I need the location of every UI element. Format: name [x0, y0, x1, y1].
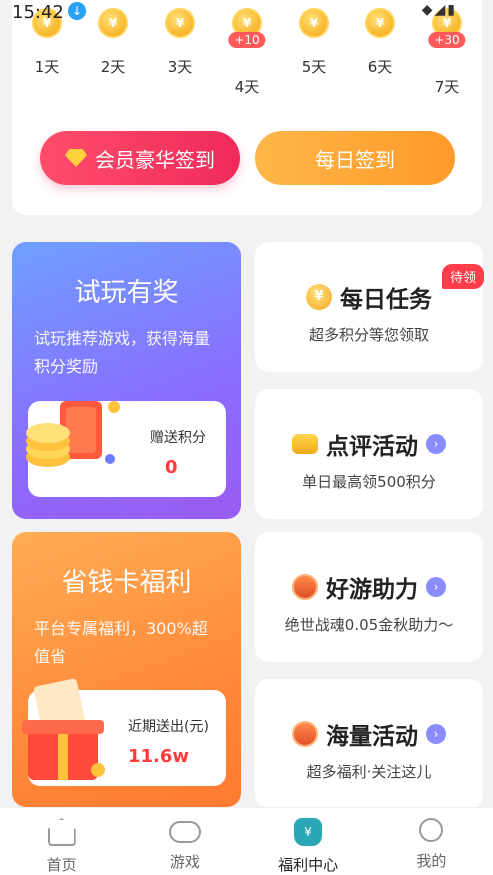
savings-stat-panel: 近期送出(元) 11.6w: [22, 678, 226, 786]
nav-label: 福利中心: [278, 856, 339, 874]
day-label: 2天: [100, 58, 126, 76]
savings-card[interactable]: 省钱卡福利 平台专属福利，300%超值省 近期送出(元) 11.6w: [12, 532, 241, 807]
gift-coins-illustration: [26, 401, 120, 467]
review-activity-title: 点评活动: [326, 434, 418, 460]
trial-stat-panel: 赠送积分 0: [26, 401, 226, 497]
coin-icon: ¥: [306, 284, 332, 310]
user-icon: [419, 818, 444, 842]
nav-games[interactable]: 游戏: [123, 808, 246, 875]
treasure-chest-icon: [292, 574, 318, 600]
day-label: 4天: [234, 78, 260, 96]
nav-welfare-center[interactable]: ¥ 福利中心: [247, 808, 370, 875]
boost-subtitle: 绝世战魂0.05金秋助力～: [284, 616, 454, 634]
treasure-chest-icon: [292, 721, 318, 747]
day-label: 5天: [301, 58, 327, 76]
nav-label: 我的: [416, 852, 447, 870]
review-activity-card[interactable]: 点评活动 › 单日最高领500积分: [255, 389, 483, 519]
download-icon: ↓: [68, 2, 86, 20]
status-bar: 15:42 ↓ ◆◢▮: [0, 0, 493, 26]
boost-title: 好游助力: [326, 577, 418, 603]
nav-me[interactable]: 我的: [370, 808, 493, 875]
nav-label: 首页: [46, 856, 77, 874]
gift-box-illustration: [22, 678, 105, 780]
trial-reward-card[interactable]: 试玩有奖 试玩推荐游戏，获得海量积分奖励 赠送积分 0: [12, 242, 241, 519]
bonus-badge: +10: [228, 32, 266, 48]
chevron-right-icon: ›: [426, 724, 446, 744]
home-icon: [47, 818, 76, 846]
daily-task-title: 每日任务: [340, 287, 432, 313]
daily-task-subtitle: 超多积分等您领取: [308, 326, 429, 344]
mass-activity-card[interactable]: 海量活动 › 超多福利·关注这儿: [255, 679, 483, 809]
trial-stat-value: 0: [165, 457, 178, 478]
vip-checkin-label: 会员豪华签到: [95, 147, 215, 172]
boost-card[interactable]: 好游助力 › 绝世战魂0.05金秋助力～: [255, 532, 483, 662]
day-label: 3天: [167, 58, 193, 76]
savings-stat-value: 11.6w: [128, 746, 190, 767]
savings-card-title: 省钱卡福利: [61, 568, 192, 598]
mass-activity-subtitle: 超多福利·关注这儿: [306, 763, 432, 781]
savings-card-description: 平台专属福利，300%超值省: [34, 619, 208, 666]
chevron-right-icon: ›: [426, 577, 446, 597]
day-label: 1天: [34, 58, 60, 76]
pending-badge: 待领: [441, 264, 484, 289]
chevron-right-icon: ›: [426, 434, 446, 454]
welfare-bag-icon: ¥: [294, 818, 323, 846]
coin-stack-icon: [292, 434, 318, 454]
review-activity-subtitle: 单日最高领500积分: [302, 473, 436, 491]
trial-card-title: 试玩有奖: [74, 278, 179, 308]
diamond-icon: [65, 149, 87, 167]
trial-stat-label: 赠送积分: [150, 430, 206, 446]
day-label: 6天: [367, 58, 393, 76]
nav-label: 游戏: [169, 853, 200, 871]
savings-stat-label: 近期送出(元): [128, 719, 209, 735]
trial-card-description: 试玩推荐游戏，获得海量积分奖励: [34, 329, 211, 376]
status-time: 15:42: [12, 2, 64, 23]
daily-checkin-button[interactable]: 每日签到: [255, 131, 455, 185]
daily-checkin-label: 每日签到: [315, 147, 395, 172]
day-label: 7天: [434, 78, 460, 96]
vip-checkin-button[interactable]: 会员豪华签到: [40, 131, 240, 185]
daily-task-card[interactable]: ¥ 每日任务 超多积分等您领取 待领: [255, 242, 484, 372]
bonus-badge: +30: [428, 32, 466, 48]
system-status-icons: ◆◢▮: [421, 2, 457, 18]
gamepad-icon: [168, 821, 201, 843]
bottom-nav: 首页 游戏 ¥ 福利中心 我的: [0, 807, 493, 875]
mass-activity-title: 海量活动: [326, 724, 418, 750]
nav-home[interactable]: 首页: [0, 808, 123, 875]
